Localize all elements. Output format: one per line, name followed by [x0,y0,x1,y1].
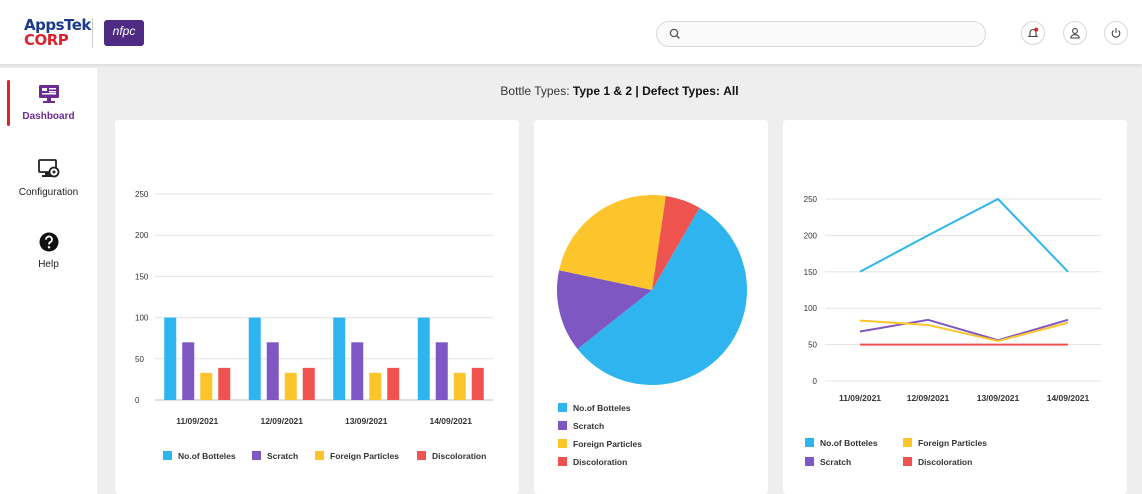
x-tick-label: 12/09/2021 [907,393,950,403]
legend-item-scratch[interactable]: Scratch [558,421,604,431]
power-icon [1111,28,1121,38]
bar-chart-card: 0 50 100 150 200 250 11/09/2021 12/09/2021 13/09… [115,120,519,494]
legend-item-bottles[interactable]: No.of Botteles [163,451,236,461]
defect-types-label: Defect Types: [642,84,720,98]
bar-no-of-botteles [164,317,177,400]
legend-item-scratch[interactable]: Scratch [252,451,298,461]
search-bar[interactable] [656,21,986,47]
line-chart: 0 50 100 150 200 250 11/09/2021 12/09/2021 13/09… [804,195,1101,403]
bar-chart: 0 50 100 150 200 250 11/09/2021 12/09/2021 13/09… [135,190,493,426]
legend-label: Scratch [267,451,299,461]
legend-item-foreign[interactable]: Foreign Particles [903,438,987,448]
bar-scratch [351,342,364,400]
y-tick-label: 100 [804,304,818,313]
bar-scratch [435,342,448,400]
sidebar-item-configuration[interactable]: Configuration [0,158,97,198]
legend-label: Discoloration [573,457,628,467]
bar-foreign-particles [369,372,382,400]
top-bar: AppsTek CORP nfpc [0,0,1142,64]
search-icon [669,28,680,39]
bar-discoloration [387,367,400,400]
notification-bell-icon [1027,27,1039,38]
x-tick-label: 14/09/2021 [1047,393,1090,403]
bar-no-of-botteles [333,317,346,400]
bottle-types-label: Bottle Types: [500,84,570,98]
bar-discoloration [218,367,231,400]
bottle-types-value: Type 1 & 2 [572,84,633,98]
legend-label: Foreign Particles [330,451,399,461]
configuration-gear-icon [37,159,59,178]
sidebar: Dashboard Configuration Help [0,68,97,494]
y-tick-label: 250 [804,195,818,204]
legend-label: Discoloration [918,457,973,467]
sidebar-item-help[interactable]: Help [0,232,97,270]
sidebar-item-dashboard[interactable]: Dashboard [0,84,97,122]
bar-foreign-particles [200,372,213,400]
logo-divider [92,18,93,48]
y-tick-label: 150 [135,272,149,281]
x-tick-label: 14/09/2021 [429,416,472,426]
legend-item-discoloration[interactable]: Discoloration [417,451,486,461]
power-button[interactable] [1104,21,1128,45]
y-tick-label: 0 [813,377,818,386]
pie-chart [557,195,747,385]
legend-label: Foreign Particles [918,438,987,448]
user-profile-button[interactable] [1063,21,1087,45]
legend-item-bottles[interactable]: No.of Botteles [558,403,631,413]
search-input[interactable] [687,25,971,45]
y-tick-label: 200 [804,231,818,240]
dashboard-monitor-icon [38,85,59,103]
y-tick-label: 50 [808,341,817,350]
y-tick-label: 100 [135,314,149,323]
bar-foreign-particles [453,372,466,400]
filter-summary: Bottle Types: Type 1 & 2 | Defect Types:… [97,84,1142,98]
defect-types-value: All [723,84,739,98]
legend-item-discoloration[interactable]: Discoloration [903,457,972,467]
y-tick-label: 200 [135,231,149,240]
sidebar-item-label: Help [38,259,59,270]
legend-label: Scratch [573,421,605,431]
legend-label: Scratch [820,457,852,467]
legend-label: No.of Botteles [178,451,236,461]
notification-button[interactable] [1021,21,1045,45]
legend-item-foreign[interactable]: Foreign Particles [558,439,642,449]
legend-label: Discoloration [432,451,487,461]
logo-nfpc-text: nfpc [112,24,136,38]
bar-scratch [266,342,279,400]
y-tick-label: 0 [135,396,140,405]
legend-label: Foreign Particles [573,439,642,449]
x-tick-label: 12/09/2021 [260,416,303,426]
y-tick-label: 150 [804,268,818,277]
legend-item-scratch[interactable]: Scratch [805,457,851,467]
legend-item-foreign[interactable]: Foreign Particles [315,451,399,461]
x-tick-label: 11/09/2021 [839,393,881,403]
legend-item-bottles[interactable]: No.of Botteles [805,438,878,448]
bar-no-of-botteles [248,317,261,400]
help-question-icon [39,232,58,252]
bar-discoloration [471,367,484,400]
pie-chart-card: No.of Botteles Scratch Foreign Particles… [534,120,768,494]
filter-separator: | [635,84,639,98]
bar-discoloration [302,367,315,400]
legend-label: No.of Botteles [573,403,631,413]
line-chart-card: 0 50 100 150 200 250 11/09/2021 12/09/2021 13/09… [783,120,1127,494]
sidebar-item-label: Configuration [18,187,79,198]
bar-foreign-particles [284,372,297,400]
logo-corp-text: CORP [24,31,69,49]
y-tick-label: 50 [135,355,144,364]
legend-item-discoloration[interactable]: Discoloration [558,457,627,467]
nfpc-logo[interactable]: nfpc [104,20,144,46]
bar-no-of-botteles [417,317,430,400]
sidebar-item-label: Dashboard [22,111,75,122]
user-icon [1070,28,1080,39]
y-tick-label: 250 [135,190,149,199]
legend-label: No.of Botteles [820,438,878,448]
x-tick-label: 13/09/2021 [345,416,388,426]
x-tick-label: 13/09/2021 [977,393,1020,403]
x-tick-label: 11/09/2021 [176,416,218,426]
bar-scratch [182,342,195,400]
appstek-logo[interactable]: AppsTek CORP [24,18,91,48]
